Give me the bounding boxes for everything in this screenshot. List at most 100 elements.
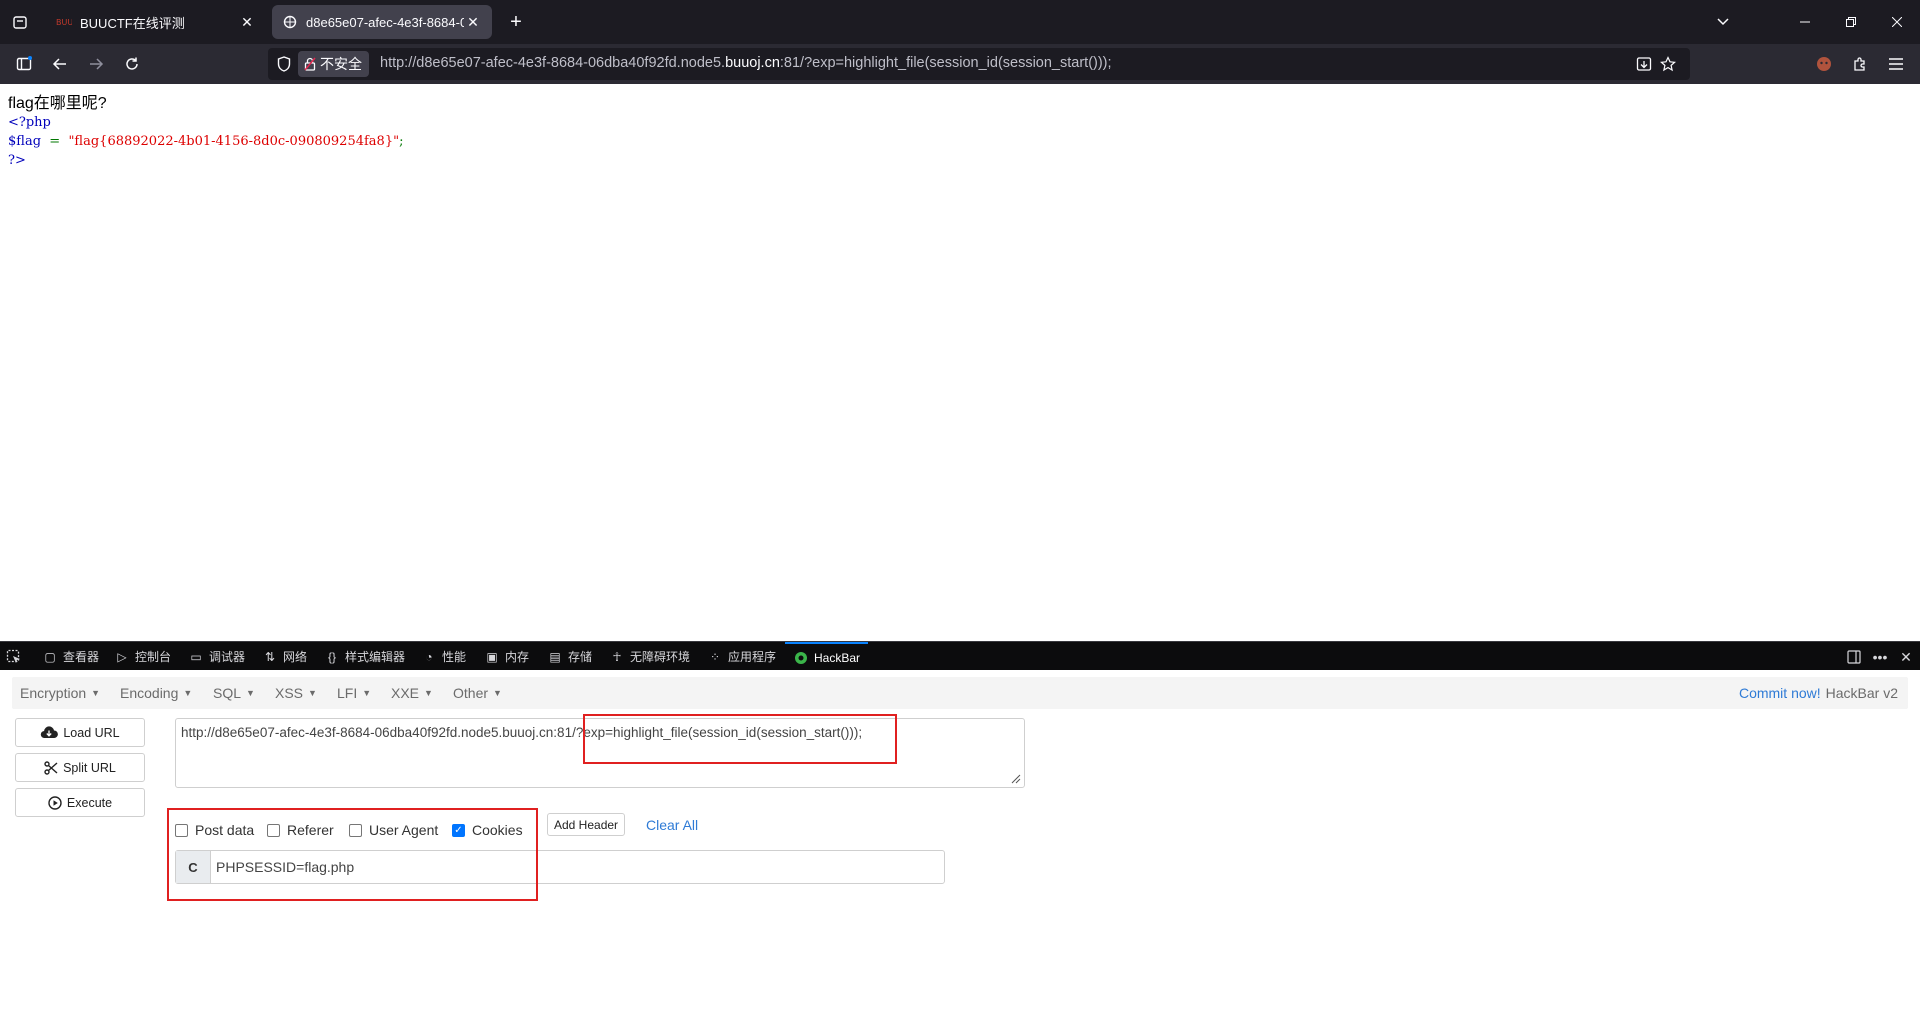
caret-down-icon: ▼ xyxy=(308,688,317,698)
clear-all-link[interactable]: Clear All xyxy=(646,815,698,835)
tab-list-button[interactable] xyxy=(6,8,34,36)
reload-icon xyxy=(126,57,138,70)
devtools-close-button[interactable]: ✕ xyxy=(1896,647,1916,667)
menu-encoding[interactable]: Encoding ▼ xyxy=(120,677,192,709)
php-open-tag: <?php xyxy=(8,115,51,130)
menu-xxe[interactable]: XXE ▼ xyxy=(391,677,433,709)
dock-side-icon xyxy=(1847,650,1861,664)
php-flag-string: "flag{68892022-4b01-4156-8d0c-090809254f… xyxy=(68,134,400,149)
tab-close-icon[interactable]: ✕ xyxy=(464,13,482,31)
arrow-right-icon xyxy=(90,58,104,70)
devtools-tab-console[interactable]: ▷ 控制台 xyxy=(114,642,171,671)
cloud-download-icon xyxy=(40,726,59,739)
back-button[interactable] xyxy=(46,50,74,78)
reload-button[interactable] xyxy=(118,50,146,78)
execute-button[interactable]: Execute xyxy=(15,788,145,817)
extensions-button[interactable] xyxy=(1846,50,1874,78)
hackbar-menubar: Encryption ▼ Encoding ▼ SQL ▼ XSS ▼ LFI ▼ XXE… xyxy=(12,677,1908,709)
page-download-button[interactable] xyxy=(1634,54,1654,74)
php-close-tag: ?> xyxy=(8,153,26,168)
page-heading: flag在哪里呢? xyxy=(8,95,107,112)
style-editor-icon: {} xyxy=(327,649,336,664)
hamburger-menu-icon xyxy=(1889,58,1903,70)
hackbar-icon xyxy=(793,650,809,666)
minimize-button[interactable] xyxy=(1782,0,1828,44)
tracking-protection-shield-icon[interactable] xyxy=(274,54,294,74)
load-url-button[interactable]: Load URL xyxy=(15,718,145,747)
accessibility-icon: ☥ xyxy=(612,649,622,664)
ellipsis-icon: ••• xyxy=(1872,649,1888,665)
menu-label: Other xyxy=(453,685,489,701)
devtools-tab-performance[interactable]: ◔ 性能 xyxy=(421,642,466,671)
devtools-more-button[interactable]: ••• xyxy=(1870,647,1890,667)
devtools-tab-storage[interactable]: ▤ 存储 xyxy=(547,642,592,671)
caret-down-icon: ▼ xyxy=(91,688,101,698)
plus-icon: + xyxy=(510,10,522,33)
forward-button[interactable] xyxy=(82,50,110,78)
devtools-tab-debugger[interactable]: ▭ 调试器 xyxy=(188,642,245,671)
star-icon xyxy=(1660,56,1676,72)
devtools-tab-application[interactable]: ⁘ 应用程序 xyxy=(707,642,776,671)
tab-close-icon[interactable]: ✕ xyxy=(238,13,256,31)
extension-avatar-icon xyxy=(1817,57,1831,71)
add-header-button[interactable]: Add Header xyxy=(547,813,626,836)
insecure-label: 不安全 xyxy=(320,56,362,72)
menu-label: SQL xyxy=(213,685,242,701)
restore-button[interactable] xyxy=(1828,0,1874,44)
resize-grip-icon[interactable] xyxy=(1009,772,1021,784)
address-bar[interactable]: 不安全 http://d8e65e07-afec-4e3f-8684-06dba… xyxy=(268,48,1690,80)
split-url-button[interactable]: Split URL xyxy=(15,753,145,782)
hackbar-version: HackBar v2 xyxy=(1825,685,1898,701)
hackbar-version-info: Commit now! HackBar v2 xyxy=(1739,677,1898,709)
url-suffix: :81/?exp=highlight_file(session_id(sessi… xyxy=(779,55,1112,71)
devtools-tab-hackbar[interactable]: HackBar xyxy=(785,642,869,671)
devtools-tab-network[interactable]: ⇅ 网络 xyxy=(262,642,307,671)
url-text[interactable]: http://d8e65e07-afec-4e3f-8684-06dba40f9… xyxy=(380,55,1112,71)
element-picker-button[interactable] xyxy=(6,642,22,671)
puzzle-icon xyxy=(1854,57,1865,71)
new-tab-button[interactable]: + xyxy=(502,8,530,36)
menu-other[interactable]: Other ▼ xyxy=(453,677,502,709)
bookmark-star-button[interactable] xyxy=(1658,54,1678,74)
network-icon: ⇅ xyxy=(264,649,276,664)
menu-label: Encoding xyxy=(120,685,179,701)
sidebar-toggle-button[interactable] xyxy=(10,50,38,78)
url-prefix: http://d8e65e07-afec-4e3f-8684-06dba40f9… xyxy=(380,55,726,71)
devtools-tab-label: 性能 xyxy=(442,650,467,664)
performance-icon: ◔ xyxy=(425,649,433,664)
save-to-pocket-icon xyxy=(1636,57,1652,71)
devtools-tab-memory[interactable]: ▣ 内存 xyxy=(484,642,529,671)
devtools-tab-style-editor[interactable]: {} 样式编辑器 xyxy=(324,642,405,671)
menu-xss[interactable]: XSS ▼ xyxy=(275,677,317,709)
devtools-tab-accessibility[interactable]: ☥ 无障碍环境 xyxy=(609,642,691,671)
inspector-icon: ▢ xyxy=(44,649,56,664)
menu-sql[interactable]: SQL ▼ xyxy=(213,677,255,709)
highlight-box-cookies xyxy=(167,808,538,901)
console-icon: ▷ xyxy=(117,649,127,664)
sidebar-icon xyxy=(16,56,32,71)
navigation-toolbar: 不安全 http://d8e65e07-afec-4e3f-8684-06dba… xyxy=(0,44,1920,84)
menu-encryption[interactable]: Encryption ▼ xyxy=(20,677,100,709)
devtools-tab-label: 应用程序 xyxy=(728,650,777,664)
browser-tab-buuctf[interactable]: BUU BUUCTF在线评测 ✕ xyxy=(46,5,266,39)
caret-down-icon: ▼ xyxy=(424,688,433,698)
extension-hackbar-button[interactable] xyxy=(1810,50,1838,78)
minimize-icon xyxy=(1800,21,1810,23)
svg-text:BUU: BUU xyxy=(56,18,72,27)
tab-title: BUUCTF在线评测 xyxy=(80,15,185,31)
devtools-tab-inspector[interactable]: ▢ 查看器 xyxy=(42,642,99,671)
dock-options-button[interactable] xyxy=(1844,647,1864,667)
commit-now-link[interactable]: Commit now! xyxy=(1739,685,1821,701)
devtools-toolbar: ▢ 查看器 ▷ 控制台 ▭ 调试器 ⇅ 网络 {} 样式编辑器 ◔ 性能 ▣ 内存 ▤ 存储 ☥… xyxy=(0,641,1920,670)
globe-favicon-icon xyxy=(282,14,298,30)
window-close-button[interactable] xyxy=(1874,0,1920,44)
menu-lfi[interactable]: LFI ▼ xyxy=(337,677,371,709)
insecure-lock-icon xyxy=(304,57,316,71)
close-icon xyxy=(1892,17,1902,27)
button-label: Split URL xyxy=(63,760,116,775)
insecure-connection-chip[interactable]: 不安全 xyxy=(298,51,369,77)
list-all-tabs-button[interactable] xyxy=(1700,0,1746,44)
menu-label: Encryption xyxy=(20,685,87,701)
app-menu-button[interactable] xyxy=(1882,50,1910,78)
browser-tab-challenge[interactable]: d8e65e07-afec-4e3f-8684-06 ✕ xyxy=(272,5,492,39)
